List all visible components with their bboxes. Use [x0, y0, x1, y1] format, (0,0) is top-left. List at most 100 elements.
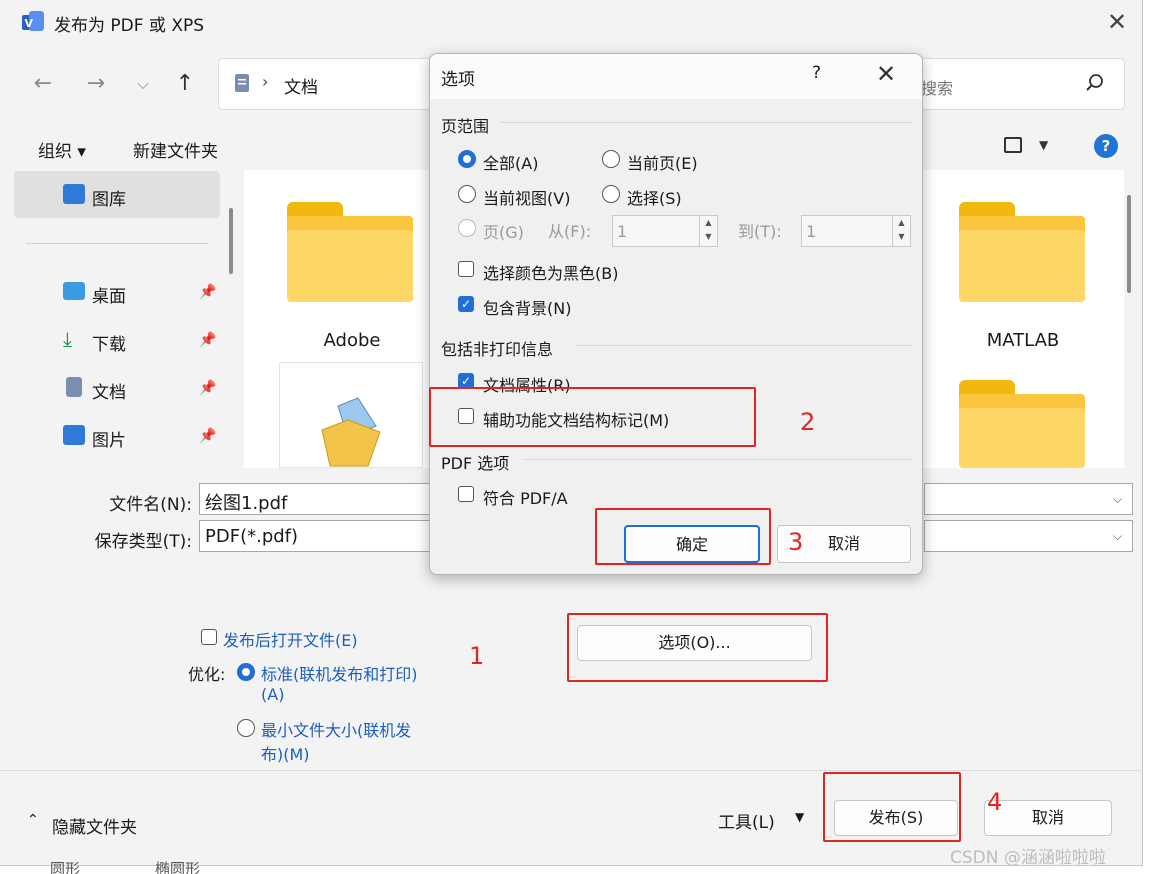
savetype-label: 保存类型(T):: [94, 532, 192, 552]
footer-separator: [0, 770, 1143, 771]
folder-name[interactable]: Adobe: [282, 330, 422, 351]
sidebar-item-documents[interactable]: 文档: [92, 378, 126, 403]
filename-field-dropdown[interactable]: [924, 483, 1133, 515]
document-icon: [235, 74, 249, 92]
range-selection-radio[interactable]: [602, 185, 620, 203]
svg-text:V: V: [25, 17, 34, 30]
annotation-number-4: 4: [987, 788, 1003, 816]
filename-field[interactable]: 绘图1.pdf: [199, 483, 431, 515]
range-all-label[interactable]: 全部(A): [483, 150, 538, 174]
optimize-minimum-radio[interactable]: [237, 719, 255, 737]
from-label: 从(F):: [548, 222, 592, 241]
chevron-up-icon[interactable]: ⌃: [27, 812, 39, 828]
range-current-page-label[interactable]: 当前页(E): [627, 150, 698, 174]
select-black-label[interactable]: 选择颜色为黑色(B): [483, 260, 618, 284]
annotation-box-1: [567, 613, 828, 682]
chevron-down-icon[interactable]: ⌵: [1113, 492, 1122, 507]
dialog-help-icon[interactable]: ?: [812, 63, 821, 83]
select-black-checkbox[interactable]: [458, 261, 474, 277]
spinner-arrows-icon[interactable]: ▲ ▼: [699, 216, 717, 246]
range-selection-label[interactable]: 选择(S): [627, 185, 682, 209]
breadcrumb[interactable]: 文档: [284, 73, 318, 98]
savetype-select-dropdown[interactable]: [924, 520, 1133, 552]
nav-scrollbar[interactable]: [229, 208, 233, 274]
folder-icon[interactable]: [959, 202, 1085, 302]
annotation-box-4: [823, 772, 961, 842]
annotation-box-2: [429, 387, 756, 447]
pdf-options-title: PDF 选项: [441, 454, 510, 473]
pin-icon[interactable]: 📌: [199, 380, 216, 396]
filename-label: 文件名(N):: [109, 495, 192, 515]
section-divider: [575, 345, 912, 346]
file-scrollbar[interactable]: [1127, 195, 1131, 293]
new-folder-button[interactable]: 新建文件夹: [133, 137, 218, 162]
sidebar-item-desktop[interactable]: 桌面: [92, 282, 126, 307]
spinner-arrows-icon[interactable]: ▲ ▼: [892, 216, 910, 246]
background-peek-text: 圆形: [50, 860, 81, 874]
download-icon: ⤓: [63, 327, 72, 351]
range-pages-radio[interactable]: [458, 219, 476, 237]
search-icon[interactable]: [1084, 72, 1106, 94]
forward-arrow-icon[interactable]: →: [82, 70, 110, 98]
up-arrow-icon[interactable]: ↑: [171, 70, 199, 98]
include-background-label[interactable]: 包含背景(N): [483, 295, 571, 319]
tools-caret-icon[interactable]: ▼: [795, 810, 804, 824]
dialog-titlebar: [430, 54, 922, 99]
range-current-view-label[interactable]: 当前视图(V): [483, 185, 570, 209]
view-caret-icon[interactable]: ▼: [1039, 138, 1048, 152]
sidebar-item-downloads[interactable]: 下载: [92, 330, 126, 355]
desktop-icon: [63, 282, 85, 300]
optimize-label: 优化:: [188, 665, 226, 684]
annotation-box-3: [595, 508, 771, 565]
optimize-minimum-label[interactable]: 最小文件大小(联机发: [261, 717, 411, 741]
hide-folders-button[interactable]: 隐藏文件夹: [52, 813, 137, 838]
annotation-number-3: 3: [788, 528, 804, 556]
nonprint-title: 包括非打印信息: [441, 340, 554, 359]
chevron-down-icon[interactable]: ⌵: [129, 70, 157, 98]
window-title: 发布为 PDF 或 XPS: [54, 16, 205, 36]
sidebar-item-pictures[interactable]: 图片: [92, 426, 126, 451]
optimize-standard-label[interactable]: 标准(联机发布和打印): [261, 661, 418, 685]
back-arrow-icon[interactable]: ←: [29, 70, 57, 98]
gallery-icon: [63, 184, 85, 204]
pin-icon[interactable]: 📌: [199, 332, 216, 348]
pin-icon[interactable]: 📌: [199, 284, 216, 300]
range-pages-label: 页(G): [483, 223, 524, 242]
open-after-publish-label[interactable]: 发布后打开文件(E): [223, 627, 358, 651]
optimize-minimum-label-2[interactable]: 布)(M): [261, 741, 310, 765]
annotation-number-1: 1: [469, 642, 485, 670]
dialog-close-icon[interactable]: ✕: [876, 60, 896, 88]
background-peek-text: 椭圆形: [155, 860, 201, 874]
sidebar-item-gallery[interactable]: 图库: [92, 185, 126, 210]
cancel-button[interactable]: 取消: [984, 800, 1112, 836]
organize-menu[interactable]: 组织 ▾: [38, 137, 86, 162]
pictures-icon: [63, 425, 85, 445]
open-after-publish-checkbox[interactable]: [201, 629, 217, 645]
range-current-page-radio[interactable]: [602, 150, 620, 168]
folder-icon[interactable]: [959, 380, 1085, 468]
range-current-view-radio[interactable]: [458, 185, 476, 203]
close-icon[interactable]: ✕: [1104, 9, 1130, 35]
range-all-radio[interactable]: [458, 150, 476, 168]
breadcrumb-separator: ›: [262, 72, 269, 91]
folder-icon[interactable]: [287, 202, 413, 302]
pdfa-checkbox[interactable]: [458, 486, 474, 502]
pin-icon[interactable]: 📌: [199, 428, 216, 444]
mail-folder-icon: [321, 397, 381, 467]
optimize-standard-radio[interactable]: [237, 663, 255, 681]
nav-divider: [26, 243, 208, 244]
folder-name[interactable]: MATLAB: [953, 330, 1093, 351]
include-background-checkbox[interactable]: ✓: [458, 296, 474, 312]
dialog-title: 选项: [441, 70, 475, 90]
pdfa-label[interactable]: 符合 PDF/A: [483, 485, 568, 509]
savetype-select[interactable]: PDF(*.pdf): [199, 520, 431, 552]
search-placeholder: 搜索: [921, 79, 954, 98]
help-icon[interactable]: ?: [1094, 134, 1118, 158]
optimize-standard-label-2[interactable]: (A): [261, 685, 284, 704]
chevron-down-icon[interactable]: ⌵: [1113, 529, 1122, 544]
view-icon[interactable]: [1004, 137, 1022, 153]
document-icon: [66, 377, 82, 397]
section-divider: [523, 459, 912, 460]
tools-menu[interactable]: 工具(L): [718, 808, 775, 833]
to-label: 到(T):: [738, 222, 782, 241]
